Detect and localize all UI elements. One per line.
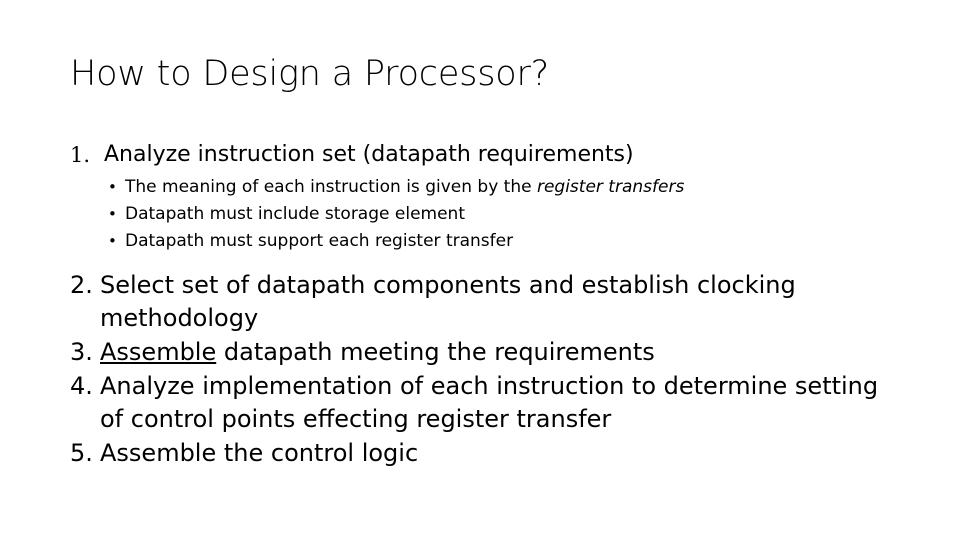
list-item: • Datapath must include storage element — [70, 201, 900, 228]
numbered-item-2: 2. Select set of datapath components and… — [70, 269, 900, 335]
numbered-item-4-text: Analyze implementation of each instructi… — [100, 372, 879, 433]
numbered-item-4: 4. Analyze implementation of each instru… — [70, 370, 900, 436]
numbered-item-4-number: 4. — [70, 372, 93, 400]
numbered-item-3-underlined-word: Assemble — [100, 338, 217, 366]
numbered-item-1: 1. Analyze instruction set (datapath req… — [70, 140, 900, 170]
bullet-icon: • — [108, 232, 117, 250]
slide-body: 1. Analyze instruction set (datapath req… — [70, 140, 900, 471]
slide-canvas: How to Design a Processor? 1. Analyze in… — [0, 0, 960, 540]
numbered-item-2-number: 2. — [70, 271, 93, 299]
numbered-item-5: 5. Assemble the control logic — [70, 437, 900, 470]
list-item-text: Datapath must include storage element — [125, 204, 465, 224]
numbered-item-1-number: 1. — [70, 143, 91, 167]
numbered-item-3: 3. Assemble datapath meeting the require… — [70, 336, 900, 369]
page-title: How to Design a Processor? — [70, 54, 550, 94]
list-item: • The meaning of each instruction is giv… — [70, 174, 900, 201]
numbered-list: 2. Select set of datapath components and… — [70, 269, 900, 470]
numbered-item-2-text: Select set of datapath components and es… — [100, 271, 796, 332]
numbered-item-3-text: Assemble datapath meeting the requiremen… — [100, 336, 900, 369]
list-item: • Datapath must support each register tr… — [70, 228, 900, 255]
bullet-icon: • — [108, 178, 117, 196]
numbered-item-5-text: Assemble the control logic — [100, 439, 419, 467]
numbered-item-1-text: Analyze instruction set (datapath requir… — [104, 142, 634, 167]
bullet-icon: • — [108, 205, 117, 223]
numbered-item-3-number: 3. — [70, 338, 93, 366]
numbered-item-3-rest: datapath meeting the requirements — [216, 338, 655, 366]
list-item-text: The meaning of each instruction is given… — [125, 177, 537, 197]
list-item-text: Datapath must support each register tran… — [125, 231, 514, 251]
list-item-emphasis: register transfers — [536, 177, 685, 197]
sub-bullet-list: • The meaning of each instruction is giv… — [70, 174, 900, 255]
numbered-item-5-number: 5. — [70, 439, 93, 467]
